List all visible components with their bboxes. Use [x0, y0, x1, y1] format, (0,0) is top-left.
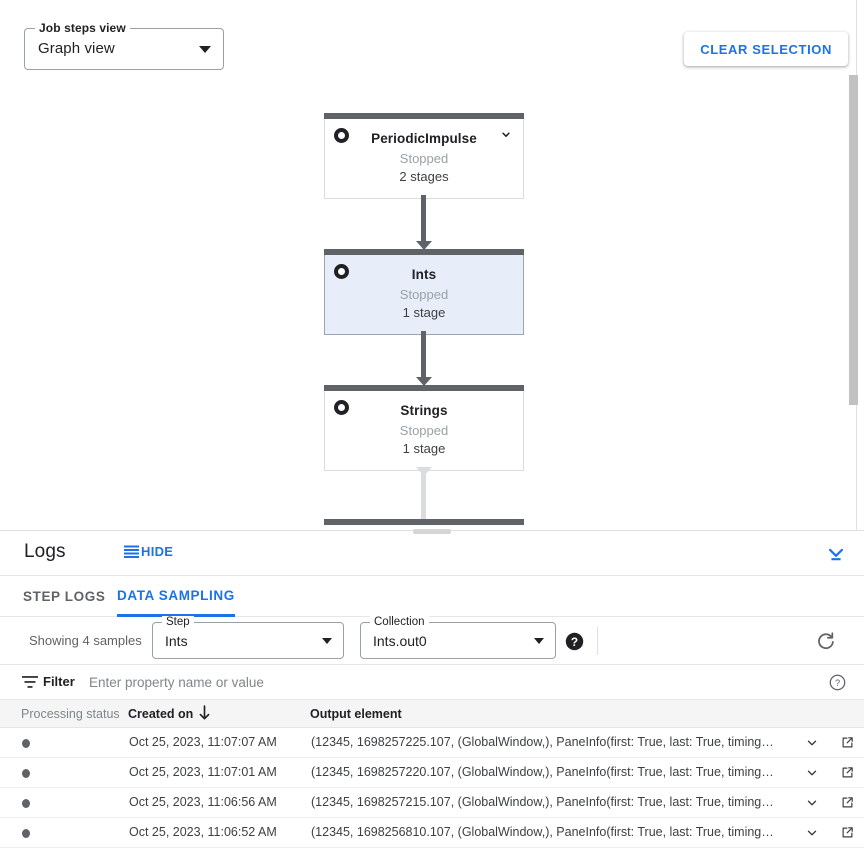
filter-help-icon[interactable]: ?	[829, 674, 846, 691]
filter-label: Filter	[43, 674, 75, 689]
status-indicator-icon	[22, 769, 30, 778]
svg-text:?: ?	[835, 678, 840, 688]
node-status-bar	[324, 385, 524, 391]
collection-select-value: Ints.out0	[373, 633, 427, 649]
table-row[interactable]: Oct 25, 2023, 11:07:07 AM (12345, 169825…	[0, 728, 864, 758]
tab-data-sampling[interactable]: DATA SAMPLING	[117, 576, 235, 617]
open-in-new-icon[interactable]	[840, 795, 855, 810]
hide-logs-button[interactable]: HIDE	[124, 544, 173, 559]
table-row[interactable]: Oct 25, 2023, 11:07:01 AM (12345, 169825…	[0, 758, 864, 788]
logs-tabs: STEP LOGS DATA SAMPLING	[0, 576, 864, 617]
status-indicator-icon	[22, 799, 30, 808]
step-select-value: Ints	[165, 633, 188, 649]
graph-node-strings[interactable]: Strings Stopped 1 stage	[324, 391, 524, 471]
node-status: Stopped	[325, 423, 523, 438]
graph-edge	[421, 331, 426, 377]
refresh-icon[interactable]	[815, 630, 837, 652]
collection-select[interactable]: Collection Ints.out0	[360, 622, 556, 659]
cell-output-element: (12345, 1698257215.107, (GlobalWindow,),…	[311, 795, 776, 809]
tab-step-logs[interactable]: STEP LOGS	[23, 576, 105, 617]
clear-selection-button[interactable]: CLEAR SELECTION	[684, 32, 848, 66]
job-graph-page: Job steps view Graph view CLEAR SELECTIO…	[0, 0, 864, 856]
open-in-new-icon[interactable]	[840, 735, 855, 750]
filter-input[interactable]	[87, 673, 787, 691]
chevron-down-icon[interactable]	[499, 128, 513, 142]
status-indicator-icon	[22, 739, 30, 748]
cell-output-element: (12345, 1698256810.107, (GlobalWindow,),…	[311, 825, 776, 839]
filter-icon	[22, 675, 38, 689]
column-header-created-on[interactable]: Created on	[128, 707, 193, 721]
job-steps-view-select[interactable]: Job steps view Graph view	[24, 28, 224, 70]
chevron-down-icon	[199, 46, 211, 53]
expand-row-chevron-down-icon[interactable]	[804, 766, 820, 780]
help-icon[interactable]: ?	[565, 632, 584, 651]
node-stages: 1 stage	[325, 305, 523, 334]
graph-edge	[421, 195, 426, 241]
node-status-bar	[324, 113, 524, 119]
chevron-down-icon	[322, 638, 332, 644]
table-row[interactable]: Oct 25, 2023, 11:06:52 AM (12345, 169825…	[0, 818, 864, 848]
graph-scrollbar-thumb[interactable]	[849, 75, 858, 405]
logs-panel: Logs HIDE STEP	[0, 531, 864, 856]
list-icon	[124, 545, 139, 558]
cell-output-element: (12345, 1698257225.107, (GlobalWindow,),…	[311, 735, 776, 749]
node-title: Strings	[325, 391, 523, 418]
node-title: Ints	[325, 255, 523, 282]
job-graph-canvas[interactable]: Job steps view Graph view CLEAR SELECTIO…	[0, 0, 864, 531]
graph-node-periodicimpulse[interactable]: PeriodicImpulse Stopped 2 stages	[324, 119, 524, 199]
chevron-down-icon	[534, 638, 544, 644]
table-row[interactable]: Oct 25, 2023, 11:06:56 AM (12345, 169825…	[0, 788, 864, 818]
collection-select-label: Collection	[370, 616, 429, 629]
job-steps-view-label: Job steps view	[35, 21, 130, 35]
expand-row-chevron-down-icon[interactable]	[804, 796, 820, 810]
graph-node-ints[interactable]: Ints Stopped 1 stage	[324, 255, 524, 335]
open-in-new-icon[interactable]	[840, 765, 855, 780]
node-status: Stopped	[325, 287, 523, 302]
stop-icon	[334, 128, 349, 143]
column-header-processing-status[interactable]: Processing status	[21, 707, 120, 721]
hide-logs-label: HIDE	[141, 544, 173, 559]
sort-descending-icon[interactable]	[198, 705, 211, 721]
node-status: Stopped	[325, 151, 523, 166]
sampling-controls: Showing 4 samples Step Ints Collection I…	[0, 617, 864, 665]
cell-created-on: Oct 25, 2023, 11:07:07 AM	[129, 735, 277, 749]
logs-panel-header: Logs HIDE	[0, 531, 864, 576]
cell-created-on: Oct 25, 2023, 11:06:52 AM	[129, 825, 277, 839]
controls-divider	[597, 627, 598, 655]
stop-icon	[334, 264, 349, 279]
node-title: PeriodicImpulse	[325, 119, 523, 146]
expand-row-chevron-down-icon[interactable]	[804, 826, 820, 840]
table-header: Processing status Created on Output elem…	[0, 700, 864, 728]
filter-bar: Filter ?	[0, 665, 864, 700]
logs-title: Logs	[24, 541, 66, 563]
step-select[interactable]: Step Ints	[152, 622, 344, 659]
open-in-new-icon[interactable]	[840, 825, 855, 840]
step-select-label: Step	[162, 616, 194, 629]
job-steps-view-value: Graph view	[38, 40, 115, 57]
column-header-output-element[interactable]: Output element	[310, 707, 402, 721]
svg-text:?: ?	[571, 635, 578, 649]
node-stages: 2 stages	[325, 169, 523, 198]
node-status-bar	[324, 249, 524, 255]
expand-row-chevron-down-icon[interactable]	[804, 736, 820, 750]
showing-samples-text: Showing 4 samples	[29, 633, 142, 648]
cell-output-element: (12345, 1698257220.107, (GlobalWindow,),…	[311, 765, 776, 779]
cell-created-on: Oct 25, 2023, 11:06:56 AM	[129, 795, 277, 809]
graph-node-partial[interactable]	[324, 519, 524, 525]
status-indicator-icon	[22, 829, 30, 838]
stop-icon	[334, 400, 349, 415]
node-stages: 1 stage	[325, 441, 523, 470]
graph-edge-arrow	[416, 467, 432, 476]
cell-created-on: Oct 25, 2023, 11:07:01 AM	[129, 765, 277, 779]
collapse-panel-button[interactable]	[825, 543, 847, 565]
sampling-table-body: Oct 25, 2023, 11:07:07 AM (12345, 169825…	[0, 728, 864, 848]
